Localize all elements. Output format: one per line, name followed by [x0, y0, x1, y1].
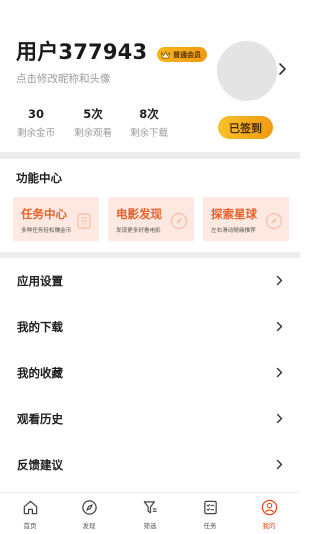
menu-item-label: 应用设置 [17, 274, 63, 288]
menu-item-my-downloads[interactable]: 我的下载 [0, 304, 300, 350]
chevron-right-icon [276, 321, 283, 332]
feature-card-subtitle: 发现更多好看电影 [116, 228, 161, 234]
stat-coins-value: 30 [27, 107, 44, 121]
task-icon [203, 500, 217, 515]
feature-card-task-center[interactable]: 任务中心 多种任务轻松赚金币 [13, 197, 99, 241]
menu-item-label: 反馈建议 [17, 458, 63, 472]
document-icon [77, 213, 91, 229]
menu-item-app-settings[interactable]: 应用设置 [0, 258, 300, 304]
username[interactable]: 用户377943 [16, 36, 147, 66]
menu-item-label: 我的下载 [17, 320, 63, 334]
stat-coins[interactable]: 30 剩余金币 [6, 107, 66, 139]
nav-tab-label: 首页 [23, 522, 37, 530]
feature-card-subtitle: 左右滑动随缘推荐 [211, 228, 256, 234]
stat-coins-label: 剩余金币 [16, 128, 55, 139]
feature-card-title: 电影发现 [116, 207, 162, 221]
user-icon [261, 499, 277, 516]
avatar[interactable] [217, 41, 277, 101]
nav-tab-discover[interactable]: 发现 [64, 497, 114, 533]
feature-card-explore-planet[interactable]: 探索星球 左右滑动随缘推荐 [203, 197, 289, 241]
feature-card-movie-discover[interactable]: 电影发现 发现更多好看电影 [108, 197, 194, 241]
nav-tab-mine[interactable]: 我的 [244, 497, 294, 533]
home-icon [23, 500, 37, 515]
feature-card-title: 任务中心 [21, 207, 67, 221]
compass-icon [170, 212, 188, 230]
edit-profile-hint[interactable]: 点击修改昵称和头像 [16, 71, 111, 86]
chevron-right-icon [276, 413, 283, 424]
menu-item-my-favorites[interactable]: 我的收藏 [0, 350, 300, 396]
profile-header: 用户377943 普通会员 点击修改昵称和头像 30 剩余金币 5次 剩余观看 … [0, 0, 300, 152]
nav-tab-label: 筛选 [143, 522, 157, 530]
nav-tab-home[interactable]: 首页 [5, 497, 55, 533]
nav-tab-label: 任务 [203, 522, 217, 530]
stat-downloads-label: 剩余下载 [129, 128, 168, 139]
feature-card-subtitle: 多种任务轻松赚金币 [21, 228, 72, 234]
menu-item-label: 观看历史 [17, 412, 63, 426]
feature-center-title: 功能中心 [16, 171, 62, 185]
nav-tab-filter[interactable]: 筛选 [125, 497, 175, 533]
compass-icon [265, 212, 283, 230]
crown-icon [161, 50, 170, 58]
chevron-right-icon [276, 367, 283, 378]
stat-downloads[interactable]: 8次 剩余下载 [119, 107, 179, 139]
vip-badge: 普通会员 [157, 47, 207, 62]
filter-icon [143, 501, 157, 514]
stat-views-label: 剩余观看 [73, 128, 112, 139]
chevron-right-icon [276, 275, 283, 286]
chevron-right-icon[interactable] [277, 62, 287, 76]
compass-icon [81, 500, 97, 515]
stat-downloads-value: 8次 [139, 107, 159, 121]
menu-item-watch-history[interactable]: 观看历史 [0, 396, 300, 442]
nav-tab-label: 发现 [82, 522, 96, 530]
vip-badge-label: 普通会员 [173, 50, 201, 59]
checkin-button[interactable]: 已签到 [218, 116, 273, 139]
bottom-nav: 首页 发现 筛选 任务 我的 [0, 492, 300, 534]
menu-item-feedback[interactable]: 反馈建议 [0, 442, 300, 488]
nav-tab-label: 我的 [262, 522, 276, 530]
menu-item-label: 我的收藏 [17, 366, 63, 380]
nav-tab-tasks[interactable]: 任务 [185, 497, 235, 533]
stat-views-value: 5次 [83, 107, 103, 121]
stat-views[interactable]: 5次 剩余观看 [63, 107, 123, 139]
section-divider [0, 152, 300, 159]
chevron-right-icon [276, 459, 283, 470]
feature-card-title: 探索星球 [211, 207, 257, 221]
